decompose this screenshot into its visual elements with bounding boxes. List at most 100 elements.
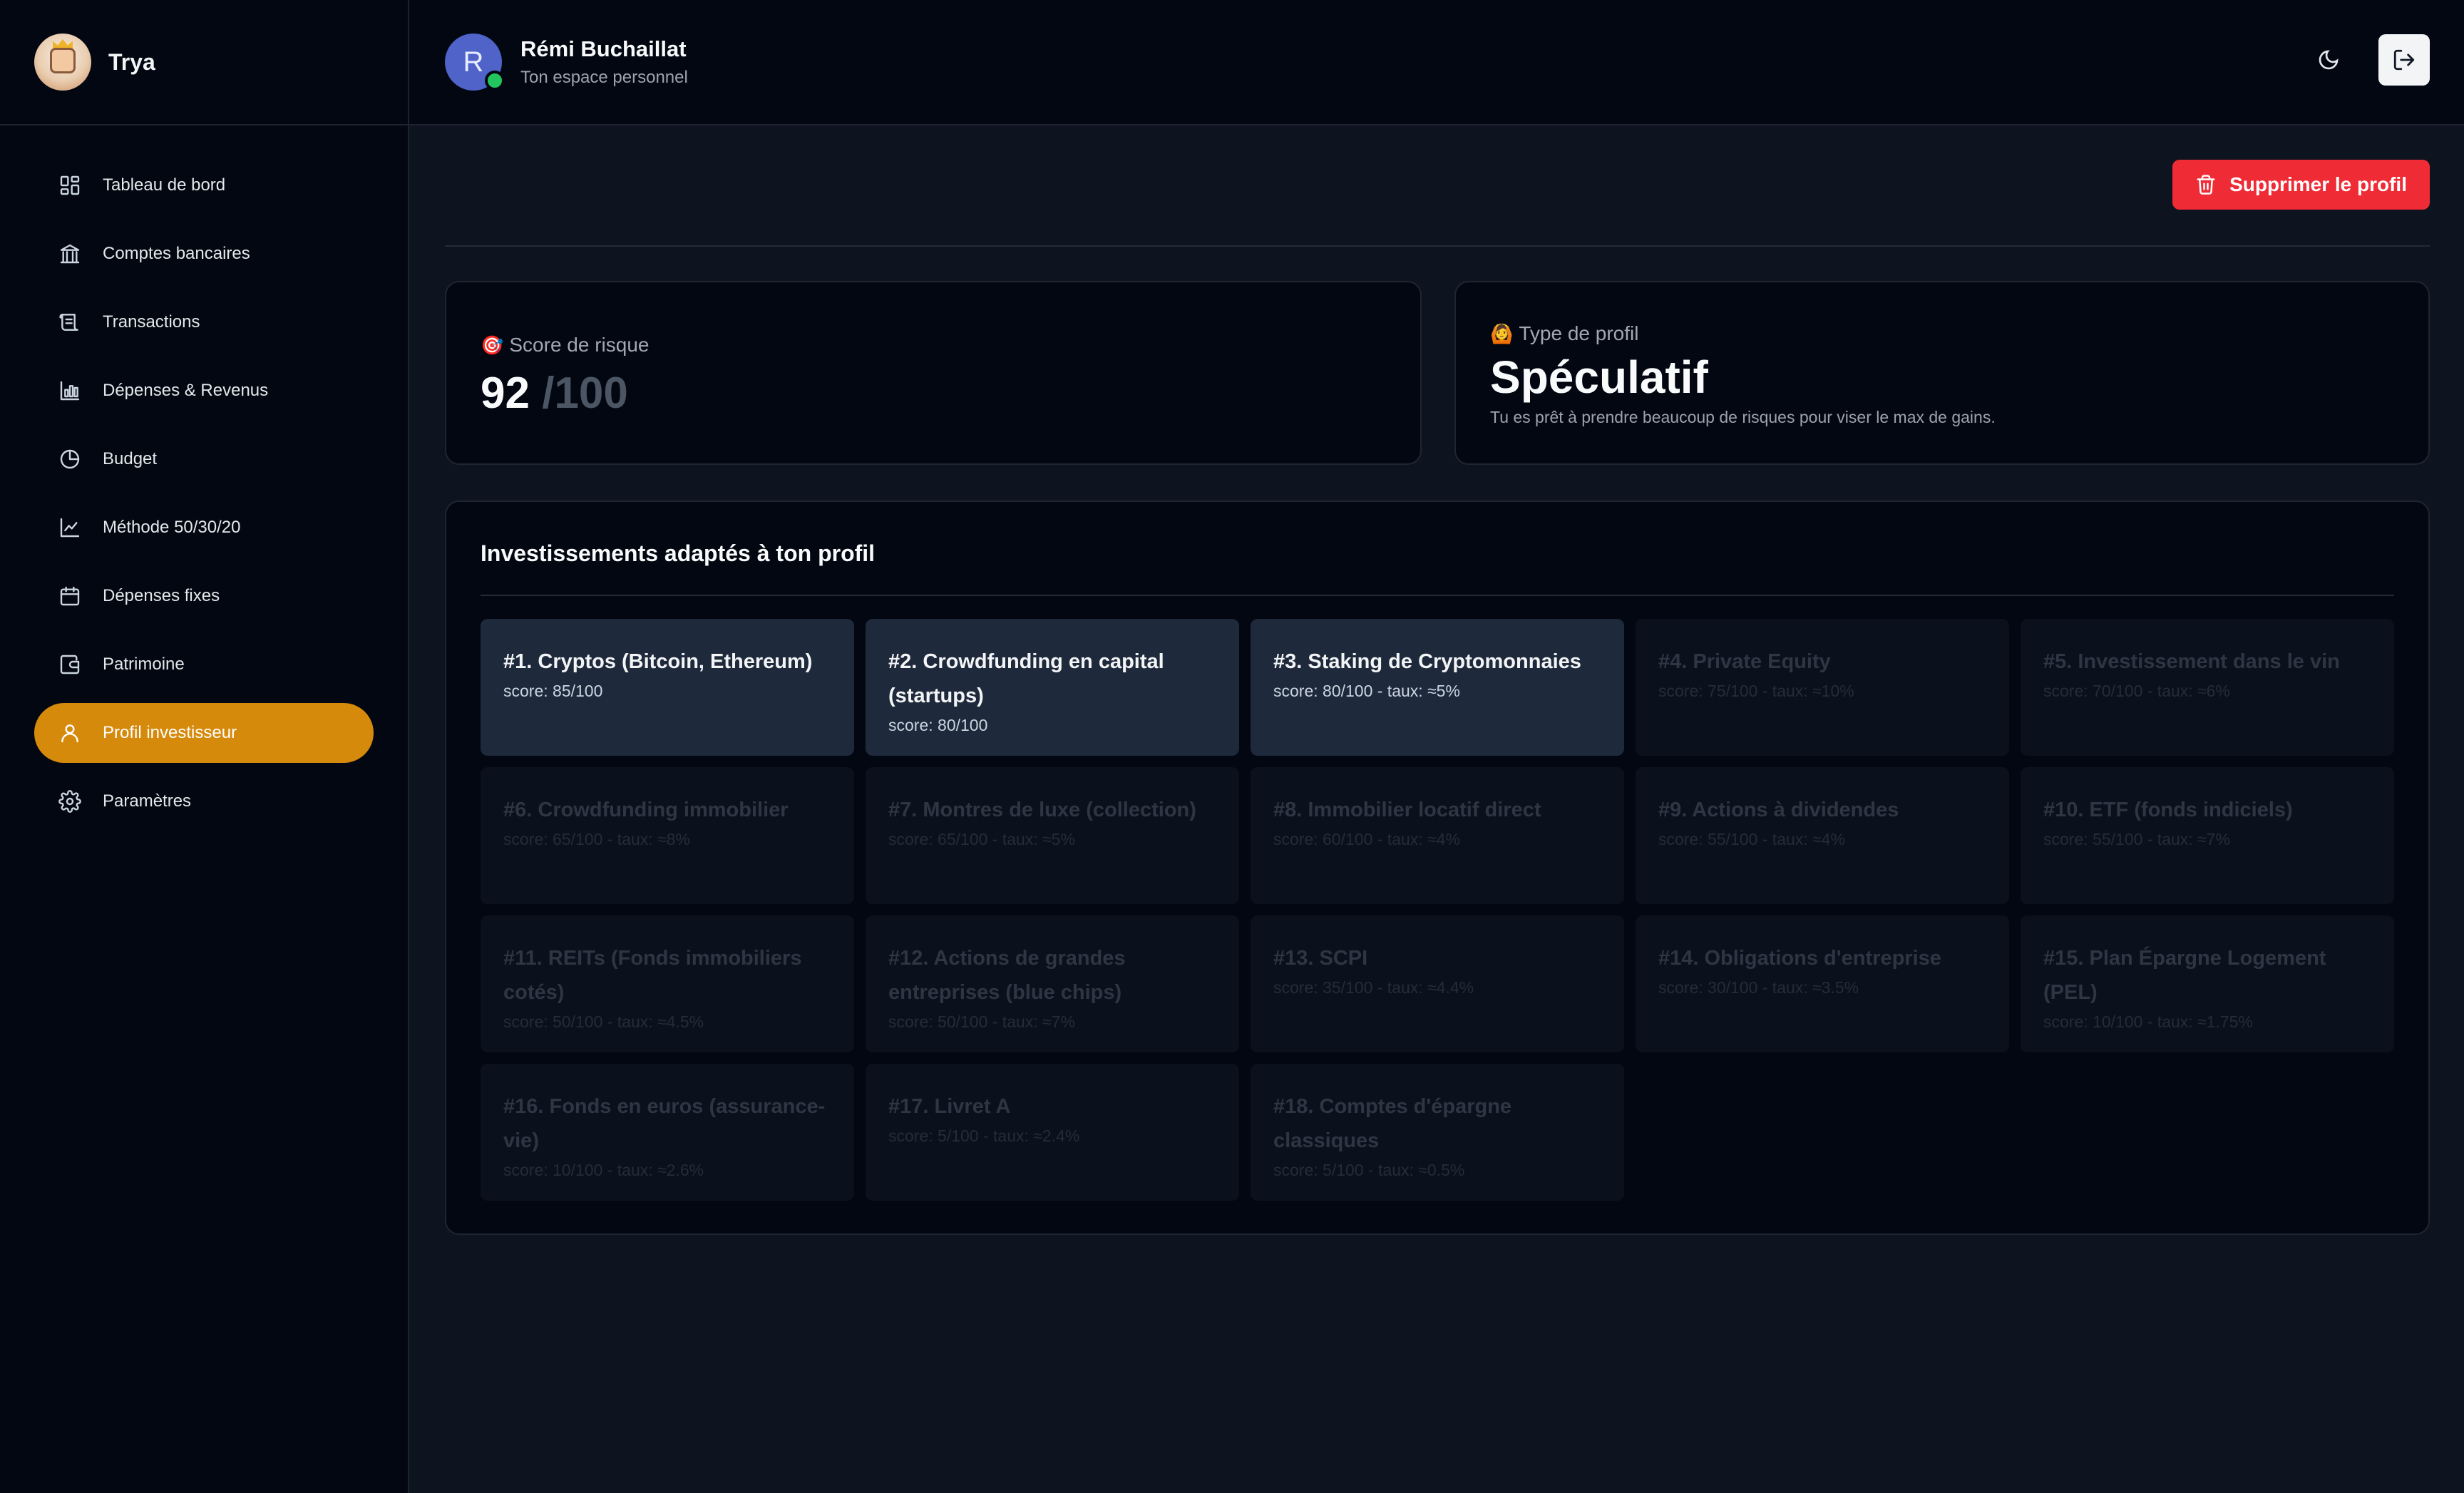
investment-tile[interactable]: #4. Private Equity score: 75/100 - taux: …	[1636, 619, 2009, 756]
profile-type-value: Spéculatif	[1490, 352, 1708, 403]
profile-type-label-text: Type de profil	[1519, 322, 1639, 344]
investment-tile[interactable]: #5. Investissement dans le vin score: 70/…	[2021, 619, 2394, 756]
investment-name: #3. Staking de Cryptomonnaies	[1273, 650, 1581, 673]
investment-meta: score: 80/100 - taux: ≈5%	[1273, 682, 1460, 700]
sidebar-item-depenses-fixes[interactable]: Dépenses fixes	[34, 566, 374, 626]
moon-icon	[2319, 50, 2339, 70]
logout-button[interactable]	[2378, 34, 2430, 86]
investment-meta: score: 35/100 - taux: ≈4.4%	[1273, 978, 1474, 997]
divider	[445, 245, 2430, 247]
theme-toggle-button[interactable]	[2303, 34, 2354, 86]
investment-meta: score: 10/100 - taux: ≈2.6%	[503, 1161, 704, 1179]
sidebar-item-transactions[interactable]: Transactions	[34, 292, 374, 352]
avatar[interactable]: R	[445, 34, 505, 91]
investment-name: #13. SCPI	[1273, 947, 1368, 970]
investment-tile[interactable]: #7. Montres de luxe (collection) score: 6…	[866, 767, 1239, 904]
investments-title: Investissements adaptés à ton profil	[481, 540, 876, 566]
target-icon: 🎯	[481, 334, 504, 356]
sidebar-item-label: Budget	[103, 449, 158, 468]
investment-tile[interactable]: #2. Crowdfunding en capital (startups) sc…	[866, 619, 1239, 756]
investment-tile[interactable]: #6. Crowdfunding immobilier score: 65/100…	[481, 767, 854, 904]
user-info: Rémi Buchaillat Ton espace personnel	[520, 36, 688, 88]
online-status-icon	[485, 71, 505, 91]
investment-tile[interactable]: #3. Staking de Cryptomonnaies score: 80/1…	[1251, 619, 1624, 756]
brand[interactable]: Trya	[0, 0, 408, 125]
delete-profile-label: Supprimer le profil	[2229, 173, 2407, 195]
brand-name: Trya	[108, 48, 155, 75]
delete-profile-button[interactable]: Supprimer le profil	[2172, 160, 2430, 210]
logout-icon	[2393, 49, 2415, 71]
investment-tile[interactable]: #9. Actions à dividendes score: 55/100 - …	[1636, 767, 2009, 904]
investment-tile[interactable]: #17. Livret A score: 5/100 - taux: ≈2.4%	[866, 1064, 1239, 1201]
sidebar-item-comptes-bancaires[interactable]: Comptes bancaires	[34, 224, 374, 284]
investment-name: #1. Cryptos (Bitcoin, Ethereum)	[503, 650, 813, 673]
investment-tile[interactable]: #1. Cryptos (Bitcoin, Ethereum) score: 85…	[481, 619, 854, 756]
investment-meta: score: 5/100 - taux: ≈2.4%	[888, 1127, 1080, 1145]
risk-score-label: 🎯 Score de risque	[481, 334, 649, 356]
investment-name: #18. Comptes d'épargne classiques	[1273, 1095, 1512, 1152]
profile-type-label: 🙆 Type de profil	[1490, 322, 1638, 345]
wallet-icon	[57, 652, 83, 677]
divider	[481, 595, 2394, 596]
risk-score-card: 🎯 Score de risque 92 /100	[445, 281, 1422, 465]
sidebar-item-label: Transactions	[103, 312, 200, 332]
investment-tile[interactable]: #15. Plan Épargne Logement (PEL) score: 1…	[2021, 915, 2394, 1052]
sidebar-item-profil-investisseur[interactable]: Profil investisseur	[34, 703, 374, 763]
investment-name: #4. Private Equity	[1658, 650, 1831, 673]
sidebar-item-label: Paramètres	[103, 791, 192, 811]
investment-meta: score: 10/100 - taux: ≈1.75%	[2043, 1012, 2253, 1031]
bar-chart-icon	[57, 378, 83, 404]
sidebar: Trya Tableau de bord Comptes bancaires T…	[0, 0, 409, 1493]
user-name: Rémi Buchaillat	[520, 36, 687, 61]
investment-tile[interactable]: #10. ETF (fonds indiciels) score: 55/100 …	[2021, 767, 2394, 904]
investment-name: #17. Livret A	[888, 1095, 1011, 1118]
sidebar-item-label: Patrimoine	[103, 655, 185, 674]
investment-tile[interactable]: #8. Immobilier locatif direct score: 60/1…	[1251, 767, 1624, 904]
investment-meta: score: 30/100 - taux: ≈3.5%	[1658, 978, 1859, 997]
investment-name: #10. ETF (fonds indiciels)	[2043, 799, 2293, 821]
receipt-icon	[57, 309, 83, 335]
investment-tile[interactable]: #12. Actions de grandes entreprises (blu…	[866, 915, 1239, 1052]
sidebar-nav: Tableau de bord Comptes bancaires Transa…	[0, 125, 408, 831]
avatar-initial: R	[463, 46, 484, 78]
sidebar-item-methode-50-30-20[interactable]: Méthode 50/30/20	[34, 498, 374, 558]
sidebar-item-depenses-revenus[interactable]: Dépenses & Revenus	[34, 361, 374, 421]
investments-card: Investissements adaptés à ton profil #1.…	[445, 501, 2430, 1235]
risk-score-max: /100	[542, 369, 628, 418]
header-actions	[2303, 34, 2430, 86]
investment-name: #14. Obligations d'entreprise	[1658, 947, 1941, 970]
brand-logo-icon	[34, 34, 91, 91]
sidebar-item-patrimoine[interactable]: Patrimoine	[34, 635, 374, 694]
investment-meta: score: 50/100 - taux: ≈7%	[888, 1012, 1075, 1031]
investment-tile[interactable]: #11. REITs (Fonds immobiliers cotés) scor…	[481, 915, 854, 1052]
investment-name: #2. Crowdfunding en capital (startups)	[888, 650, 1164, 707]
investment-meta: score: 80/100	[888, 716, 988, 734]
calendar-icon	[57, 583, 83, 609]
sidebar-item-label: Profil investisseur	[103, 723, 237, 742]
investment-name: #8. Immobilier locatif direct	[1273, 799, 1541, 821]
investment-meta: score: 60/100 - taux: ≈4%	[1273, 830, 1460, 848]
user-icon	[57, 720, 83, 746]
investment-name: #16. Fonds en euros (assurance-vie)	[503, 1095, 826, 1152]
investment-name: #12. Actions de grandes entreprises (blu…	[888, 947, 1126, 1004]
main-content: Supprimer le profil 🎯 Score de risque 92…	[409, 127, 2464, 1493]
sidebar-item-parametres[interactable]: Paramètres	[34, 771, 374, 831]
investment-tile[interactable]: #18. Comptes d'épargne classiques score: …	[1251, 1064, 1624, 1201]
investment-tile[interactable]: #14. Obligations d'entreprise score: 30/1…	[1636, 915, 2009, 1052]
sidebar-item-label: Dépenses & Revenus	[103, 381, 269, 400]
investment-tile[interactable]: #13. SCPI score: 35/100 - taux: ≈4.4%	[1251, 915, 1624, 1052]
investment-name: #5. Investissement dans le vin	[2043, 650, 2340, 673]
sidebar-item-tableau-de-bord[interactable]: Tableau de bord	[34, 155, 374, 215]
investment-name: #7. Montres de luxe (collection)	[888, 799, 1196, 821]
investment-meta: score: 55/100 - taux: ≈7%	[2043, 830, 2230, 848]
pie-chart-icon	[57, 446, 83, 472]
person-gesture-icon: 🙆	[1490, 322, 1514, 344]
investment-name: #15. Plan Épargne Logement (PEL)	[2043, 947, 2326, 1004]
sidebar-item-budget[interactable]: Budget	[34, 429, 374, 489]
investment-meta: score: 75/100 - taux: ≈10%	[1658, 682, 1854, 700]
top-header: R Rémi Buchaillat Ton espace personnel	[409, 0, 2464, 125]
sidebar-item-label: Méthode 50/30/20	[103, 518, 241, 537]
investment-tile[interactable]: #16. Fonds en euros (assurance-vie) score…	[481, 1064, 854, 1201]
risk-score-value: 92 /100	[481, 368, 628, 419]
investment-meta: score: 70/100 - taux: ≈6%	[2043, 682, 2230, 700]
